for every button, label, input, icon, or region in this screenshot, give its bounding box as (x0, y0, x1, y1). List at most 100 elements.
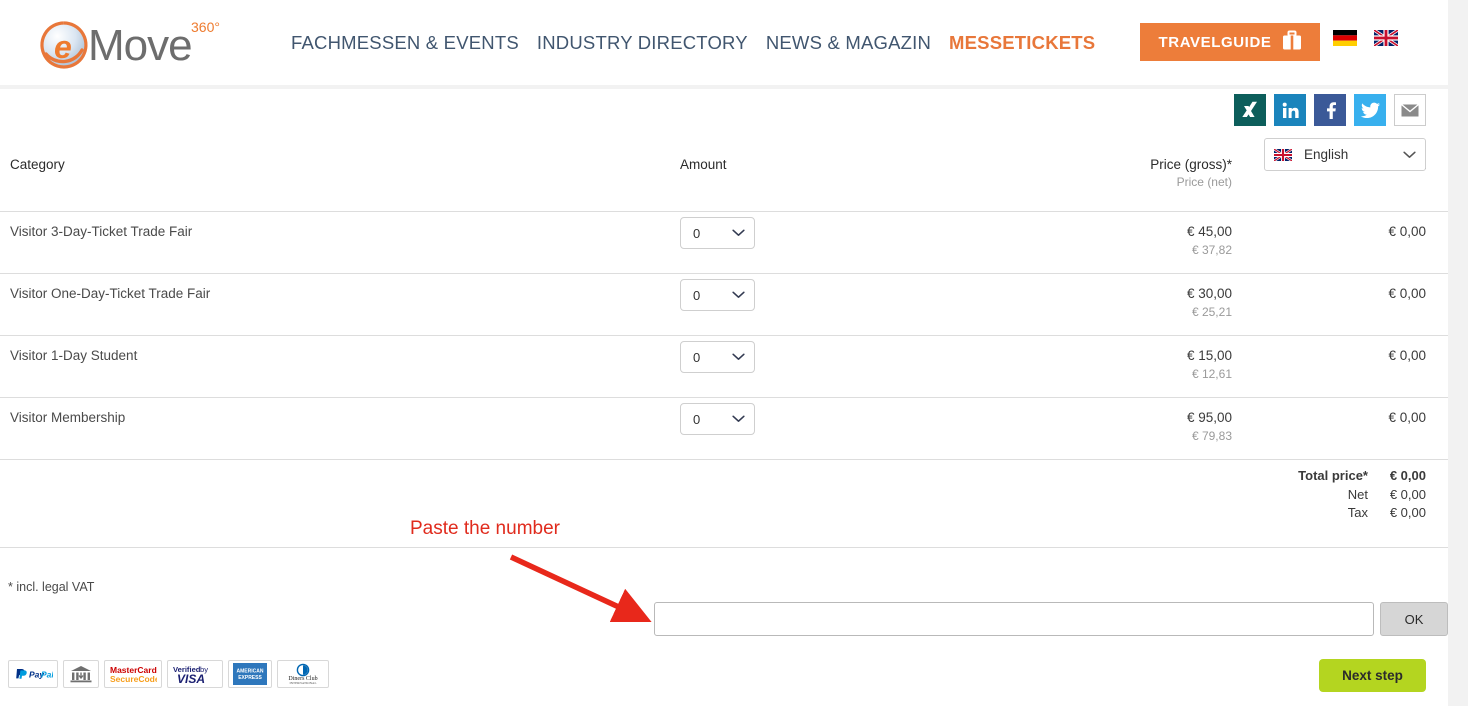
social-row: English (0, 89, 1448, 171)
svg-text:SecureCode.: SecureCode. (110, 674, 157, 684)
svg-text:VISA: VISA (177, 672, 205, 685)
ticket-category-label: Visitor Membership (0, 397, 680, 460)
ticket-line-total: € 0,00 (1260, 397, 1448, 460)
vat-footnote: * incl. legal VAT (8, 580, 95, 594)
price-gross: € 95,00 (1186, 410, 1232, 425)
emove360-logo[interactable]: e Move 360° (36, 14, 236, 72)
svg-text:e: e (54, 29, 72, 65)
net-value: € 0,00 (1389, 486, 1426, 502)
table-header-row: Category Amount Price (gross)* Price (ne… (0, 157, 1448, 212)
chevron-down-icon (732, 353, 745, 361)
next-step-button[interactable]: Next step (1319, 659, 1426, 692)
paypal-icon: Pay Pal (8, 660, 58, 688)
quantity-select-3[interactable]: 0 (680, 403, 755, 435)
voucher-input[interactable] (654, 602, 1374, 636)
nav-item-fachmessen[interactable]: FACHMESSEN & EVENTS (291, 32, 519, 54)
svg-text:INTERNATIONAL: INTERNATIONAL (289, 681, 316, 685)
logo-graphic: e Move 360° (40, 19, 220, 70)
main-navigation: FACHMESSEN & EVENTS INDUSTRY DIRECTORY N… (291, 32, 1095, 54)
chevron-down-icon (732, 415, 745, 423)
email-icon[interactable] (1394, 94, 1426, 126)
net-line: Net € 0,00 (1296, 486, 1426, 505)
svg-text:Pal: Pal (41, 670, 53, 680)
uk-flag-icon (1274, 148, 1292, 161)
nav-item-industry-directory[interactable]: INDUSTRY DIRECTORY (537, 32, 748, 54)
totals-cell: Total price* € 0,00 Net € 0,00 Tax € 0,0… (0, 459, 1448, 548)
quantity-select-2[interactable]: 0 (680, 341, 755, 373)
verified-by-visa-icon: Verified by VISA (167, 660, 223, 688)
ticket-category-label: Visitor 1-Day Student (0, 335, 680, 398)
site-header: e Move 360° FACHMESSEN & EVENTS INDUSTRY… (0, 0, 1448, 85)
table-row: Visitor 3-Day-Ticket Trade Fair 0 € 45,0… (0, 211, 1448, 274)
payment-methods: Pay Pal MasterCard. SecureCode. Verified… (8, 660, 329, 688)
facebook-icon[interactable] (1314, 94, 1346, 126)
bank-transfer-icon (63, 660, 99, 688)
column-header-price-net: Price (net) (1176, 175, 1232, 189)
quantity-value: 0 (693, 287, 701, 303)
uk-flag-icon[interactable] (1374, 30, 1398, 46)
ok-button[interactable]: OK (1380, 602, 1448, 636)
german-flag-icon[interactable] (1333, 30, 1357, 46)
ticket-qty-cell: 0 (680, 211, 1055, 274)
totals-block: Total price* € 0,00 Net € 0,00 Tax € 0,0… (1296, 467, 1426, 523)
quantity-value: 0 (693, 411, 701, 427)
tax-value: € 0,00 (1389, 505, 1426, 520)
tax-line: Tax € 0,00 (1296, 504, 1426, 523)
suitcase-icon (1282, 30, 1302, 55)
nav-item-messetickets[interactable]: MESSETICKETS (949, 32, 1095, 54)
total-price-label: Total price* (1298, 468, 1368, 483)
ticket-price-cell: € 15,00 € 12,61 (1055, 335, 1260, 398)
ticket-line-total: € 0,00 (1260, 211, 1448, 274)
social-links (1234, 94, 1426, 126)
net-label: Net (1347, 486, 1368, 502)
ticket-qty-cell: 0 (680, 335, 1055, 398)
price-net: € 25,21 (1191, 305, 1232, 319)
language-selector-wrap: English (1264, 138, 1426, 171)
column-header-price-gross: Price (gross)* (1150, 157, 1232, 172)
table-row: Visitor Membership 0 € 95,00 € 79,83 € 0… (0, 397, 1448, 460)
ticket-price-cell: € 30,00 € 25,21 (1055, 273, 1260, 336)
mastercard-securecode-icon: MasterCard. SecureCode. (104, 660, 162, 688)
price-net: € 79,83 (1191, 429, 1232, 443)
page-root: e Move 360° FACHMESSEN & EVENTS INDUSTRY… (0, 0, 1448, 706)
svg-text:EXPRESS: EXPRESS (238, 675, 262, 681)
page-right-gutter (1448, 0, 1468, 706)
annotation-arrow-icon (509, 554, 652, 622)
ticket-price-cell: € 95,00 € 79,83 (1055, 397, 1260, 460)
travelguide-button[interactable]: TRAVELGUIDE (1140, 23, 1320, 61)
twitter-icon[interactable] (1354, 94, 1386, 126)
table-row: Visitor 1-Day Student 0 € 15,00 € 12,61 … (0, 335, 1448, 398)
table-row: Visitor One-Day-Ticket Trade Fair 0 € 30… (0, 273, 1448, 336)
ticket-price-cell: € 45,00 € 37,82 (1055, 211, 1260, 274)
ticket-table: Category Amount Price (gross)* Price (ne… (0, 157, 1448, 548)
column-header-price: Price (gross)* Price (net) (1055, 157, 1260, 212)
linkedin-icon[interactable] (1274, 94, 1306, 126)
tax-label: Tax (1347, 505, 1368, 520)
ticket-qty-cell: 0 (680, 273, 1055, 336)
language-flags (1333, 30, 1398, 46)
language-select[interactable]: English (1264, 138, 1426, 171)
price-gross: € 15,00 (1186, 348, 1232, 363)
column-header-category: Category (0, 157, 680, 212)
xing-icon[interactable] (1234, 94, 1266, 126)
total-price-value: € 0,00 (1389, 468, 1426, 483)
price-net: € 12,61 (1191, 367, 1232, 381)
chevron-down-icon (732, 229, 745, 237)
travelguide-label: TRAVELGUIDE (1158, 33, 1272, 51)
nav-item-news-magazin[interactable]: NEWS & MAGAZIN (766, 32, 931, 54)
ticket-category-label: Visitor 3-Day-Ticket Trade Fair (0, 211, 680, 274)
price-gross: € 45,00 (1186, 224, 1232, 239)
svg-text:AMERICAN: AMERICAN (237, 669, 264, 675)
chevron-down-icon (732, 291, 745, 299)
voucher-row: OK (654, 602, 1448, 636)
ticket-line-total: € 0,00 (1260, 335, 1448, 398)
quantity-select-1[interactable]: 0 (680, 279, 755, 311)
total-price-line: Total price* € 0,00 (1296, 467, 1426, 486)
diners-club-icon: Diners Club INTERNATIONAL (277, 660, 329, 688)
quantity-select-0[interactable]: 0 (680, 217, 755, 249)
language-selected-label: English (1304, 147, 1349, 162)
american-express-icon: AMERICAN EXPRESS (228, 660, 272, 688)
svg-text:360°: 360° (191, 19, 220, 35)
ticket-qty-cell: 0 (680, 397, 1055, 460)
column-header-amount: Amount (680, 157, 1055, 212)
